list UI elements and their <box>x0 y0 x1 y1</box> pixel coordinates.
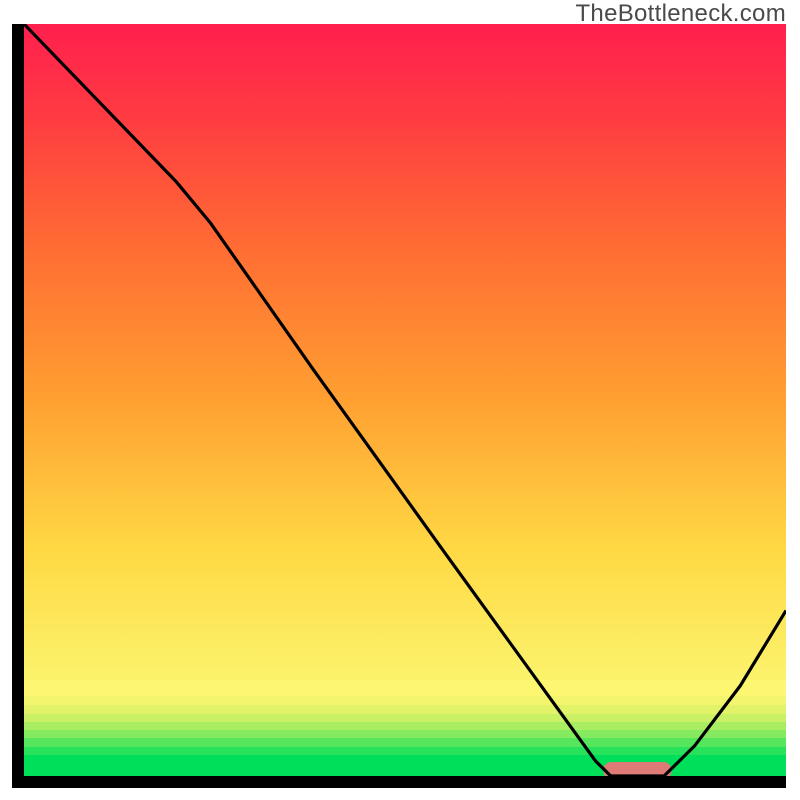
x-axis <box>12 776 786 788</box>
optimum-marker <box>603 762 672 776</box>
watermark: TheBottleneck.com <box>575 0 786 28</box>
bottleneck-curve <box>24 24 786 776</box>
plot-svg <box>24 24 786 776</box>
y-axis <box>12 24 24 788</box>
